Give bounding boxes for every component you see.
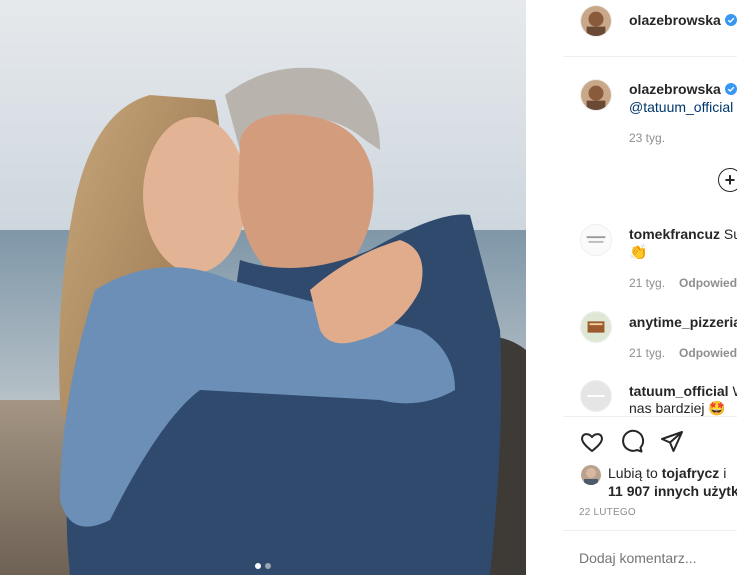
verified-badge-icon (724, 14, 737, 26)
post-side-panel: olazebrowska olazebrowska @tatuum_offici… (563, 0, 737, 575)
header-username-text: olazebrowska (629, 12, 721, 28)
post-date[interactable]: 22 LUTEGO (579, 507, 636, 518)
comment-3-username[interactable]: tatuum_official (629, 383, 729, 399)
caption-time[interactable]: 23 tyg. (629, 131, 665, 145)
comment-3-body: W (732, 383, 737, 399)
comment-2-time[interactable]: 21 tyg. (629, 346, 665, 360)
author-avatar-image (581, 6, 611, 36)
caption-avatar[interactable] (580, 79, 612, 111)
comment-2-username[interactable]: anytime_pizzeria (629, 314, 737, 330)
liker-avatar[interactable] (581, 465, 601, 485)
comment-bubble-icon (622, 429, 645, 453)
comment-1-body: Su (723, 226, 737, 242)
comment-2-text: anytime_pizzeria (629, 314, 737, 330)
comment-2-meta: 21 tyg. Odpowiedz (629, 346, 737, 360)
author-avatar[interactable] (580, 5, 612, 37)
comment-avatar-image (581, 225, 611, 255)
heart-icon (581, 433, 603, 453)
comment-avatar-image (581, 381, 611, 411)
comment-avatar-tomekfrancuz[interactable] (580, 224, 612, 256)
carousel-dot-active (255, 563, 261, 569)
comment-avatar-tatuum[interactable] (580, 380, 612, 412)
caption-username[interactable]: olazebrowska (629, 81, 737, 97)
likes-prefix: Lubią to (608, 465, 658, 481)
liker-avatar-image (581, 465, 601, 485)
comment-1-emoji: 👏 (629, 244, 648, 261)
comment-avatar-anytime-pizzeria[interactable] (580, 311, 612, 343)
header-username[interactable]: olazebrowska (629, 12, 737, 28)
comment-3-text: tatuum_official W (629, 383, 737, 399)
verified-badge-icon (724, 83, 737, 95)
caption-avatar-image (581, 80, 611, 110)
comment-button[interactable] (619, 429, 645, 455)
paper-plane-icon (661, 431, 683, 452)
header-divider (563, 56, 737, 57)
carousel-dots (0, 563, 526, 569)
like-button[interactable] (579, 429, 605, 455)
likes-summary: Lubią to tojafrycz i 11 907 innych użytk… (608, 464, 737, 500)
likes-first-user[interactable]: tojafrycz (662, 465, 720, 481)
comment-3-body-line2: nas bardziej 🤩 (629, 400, 726, 416)
post-photo[interactable] (0, 0, 526, 575)
plus-circle-icon[interactable]: + (718, 168, 737, 192)
caption-mention-link[interactable]: @tatuum_official (629, 99, 733, 115)
comment-1-time[interactable]: 21 tyg. (629, 276, 665, 290)
carousel-dot (265, 563, 271, 569)
actions-divider (563, 416, 737, 417)
comment-1-username[interactable]: tomekfrancuz (629, 226, 720, 242)
share-button[interactable] (659, 429, 685, 455)
comment-input-divider (563, 530, 737, 531)
couple-beach-photo (0, 0, 526, 575)
caption-username-text: olazebrowska (629, 81, 721, 97)
comment-1-meta: 21 tyg. Odpowiedz (629, 276, 737, 290)
comment-1-text: tomekfrancuz Su (629, 226, 737, 242)
add-comment-input[interactable] (579, 550, 729, 566)
likes-count-link[interactable]: 11 907 innych użytko (608, 483, 737, 499)
comment-avatar-image (581, 312, 611, 342)
comment-2-reply-button[interactable]: Odpowiedz (679, 346, 737, 360)
likes-suffix: i (723, 465, 727, 481)
comment-1-reply-button[interactable]: Odpowiedz (679, 276, 737, 290)
